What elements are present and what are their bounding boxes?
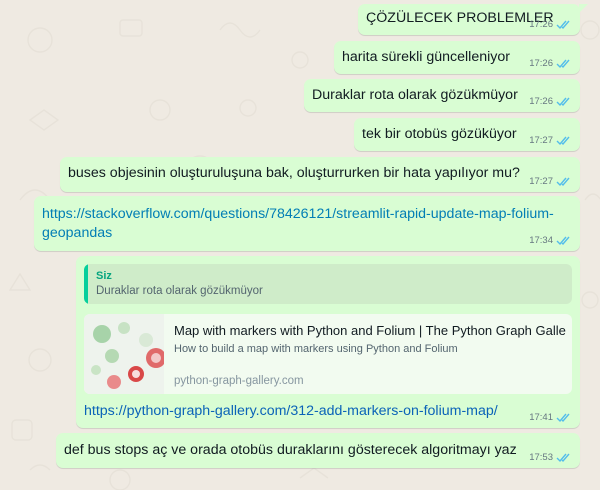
double-check-read-icon bbox=[556, 452, 572, 463]
message-time: 17:26 bbox=[529, 19, 553, 30]
outgoing-message[interactable]: buses objesinin oluşturuluşuna bak, oluş… bbox=[60, 157, 580, 192]
message-time: 17:26 bbox=[529, 96, 553, 107]
message-time: 17:27 bbox=[529, 135, 553, 146]
double-check-read-icon bbox=[556, 412, 572, 423]
quoted-message[interactable]: Siz Duraklar rota olarak gözükmüyor bbox=[84, 264, 572, 304]
message-meta: 17:26 bbox=[529, 19, 572, 30]
message-meta: 17:34 bbox=[529, 235, 572, 246]
outgoing-message[interactable]: harita sürekli güncelleniyor 17:26 bbox=[334, 41, 580, 74]
outgoing-message[interactable]: Duraklar rota olarak gözükmüyor 17:26 bbox=[304, 79, 580, 112]
message-text: buses objesinin oluşturuluşuna bak, oluş… bbox=[68, 165, 520, 181]
message-text: ÇÖZÜLECEK PROBLEMLER bbox=[366, 10, 554, 26]
message-text: harita sürekli güncelleniyor bbox=[342, 49, 510, 65]
double-check-read-icon bbox=[556, 58, 572, 69]
double-check-read-icon bbox=[556, 235, 572, 246]
message-time: 17:26 bbox=[529, 58, 553, 69]
message-meta: 17:26 bbox=[529, 96, 572, 107]
double-check-read-icon bbox=[556, 19, 572, 30]
double-check-read-icon bbox=[556, 176, 572, 187]
message-text: def bus stops aç ve orada otobüs durakla… bbox=[64, 442, 517, 458]
link-preview-card[interactable]: Map with markers with Python and Folium … bbox=[84, 314, 572, 394]
quote-accent-bar bbox=[84, 264, 88, 304]
message-time: 17:41 bbox=[529, 412, 553, 423]
quote-author: Siz bbox=[96, 270, 112, 282]
double-check-read-icon bbox=[556, 96, 572, 107]
message-link[interactable]: https://python-graph-gallery.com/312-add… bbox=[84, 401, 498, 421]
message-text: Duraklar rota olarak gözükmüyor bbox=[312, 87, 518, 103]
link-preview-description: How to build a map with markers using Py… bbox=[174, 343, 458, 355]
message-time: 17:27 bbox=[529, 176, 553, 187]
outgoing-message[interactable]: def bus stops aç ve orada otobüs durakla… bbox=[56, 433, 580, 468]
link-preview-site: python-graph-gallery.com bbox=[174, 375, 304, 387]
message-text: tek bir otobüs gözüküyor bbox=[362, 126, 517, 142]
double-check-read-icon bbox=[556, 135, 572, 146]
link-preview-thumbnail bbox=[84, 314, 164, 394]
message-link[interactable]: https://stackoverflow.com/questions/7842… bbox=[42, 204, 554, 224]
message-meta: 17:41 bbox=[529, 412, 572, 423]
quote-text: Duraklar rota olarak gözükmüyor bbox=[96, 285, 263, 297]
message-link-continued[interactable]: geopandas bbox=[42, 223, 112, 243]
outgoing-message[interactable]: ÇÖZÜLECEK PROBLEMLER 17:26 bbox=[358, 4, 588, 35]
message-meta: 17:53 bbox=[529, 452, 572, 463]
link-preview-title: Map with markers with Python and Folium … bbox=[174, 323, 566, 338]
outgoing-link-message[interactable]: https://stackoverflow.com/questions/7842… bbox=[34, 196, 580, 251]
message-time: 17:53 bbox=[529, 452, 553, 463]
message-time: 17:34 bbox=[529, 235, 553, 246]
message-meta: 17:27 bbox=[529, 176, 572, 187]
message-meta: 17:26 bbox=[529, 58, 572, 69]
outgoing-message[interactable]: tek bir otobüs gözüküyor 17:27 bbox=[354, 118, 580, 151]
message-meta: 17:27 bbox=[529, 135, 572, 146]
outgoing-reply-message[interactable]: Siz Duraklar rota olarak gözükmüyor Map … bbox=[76, 256, 580, 428]
